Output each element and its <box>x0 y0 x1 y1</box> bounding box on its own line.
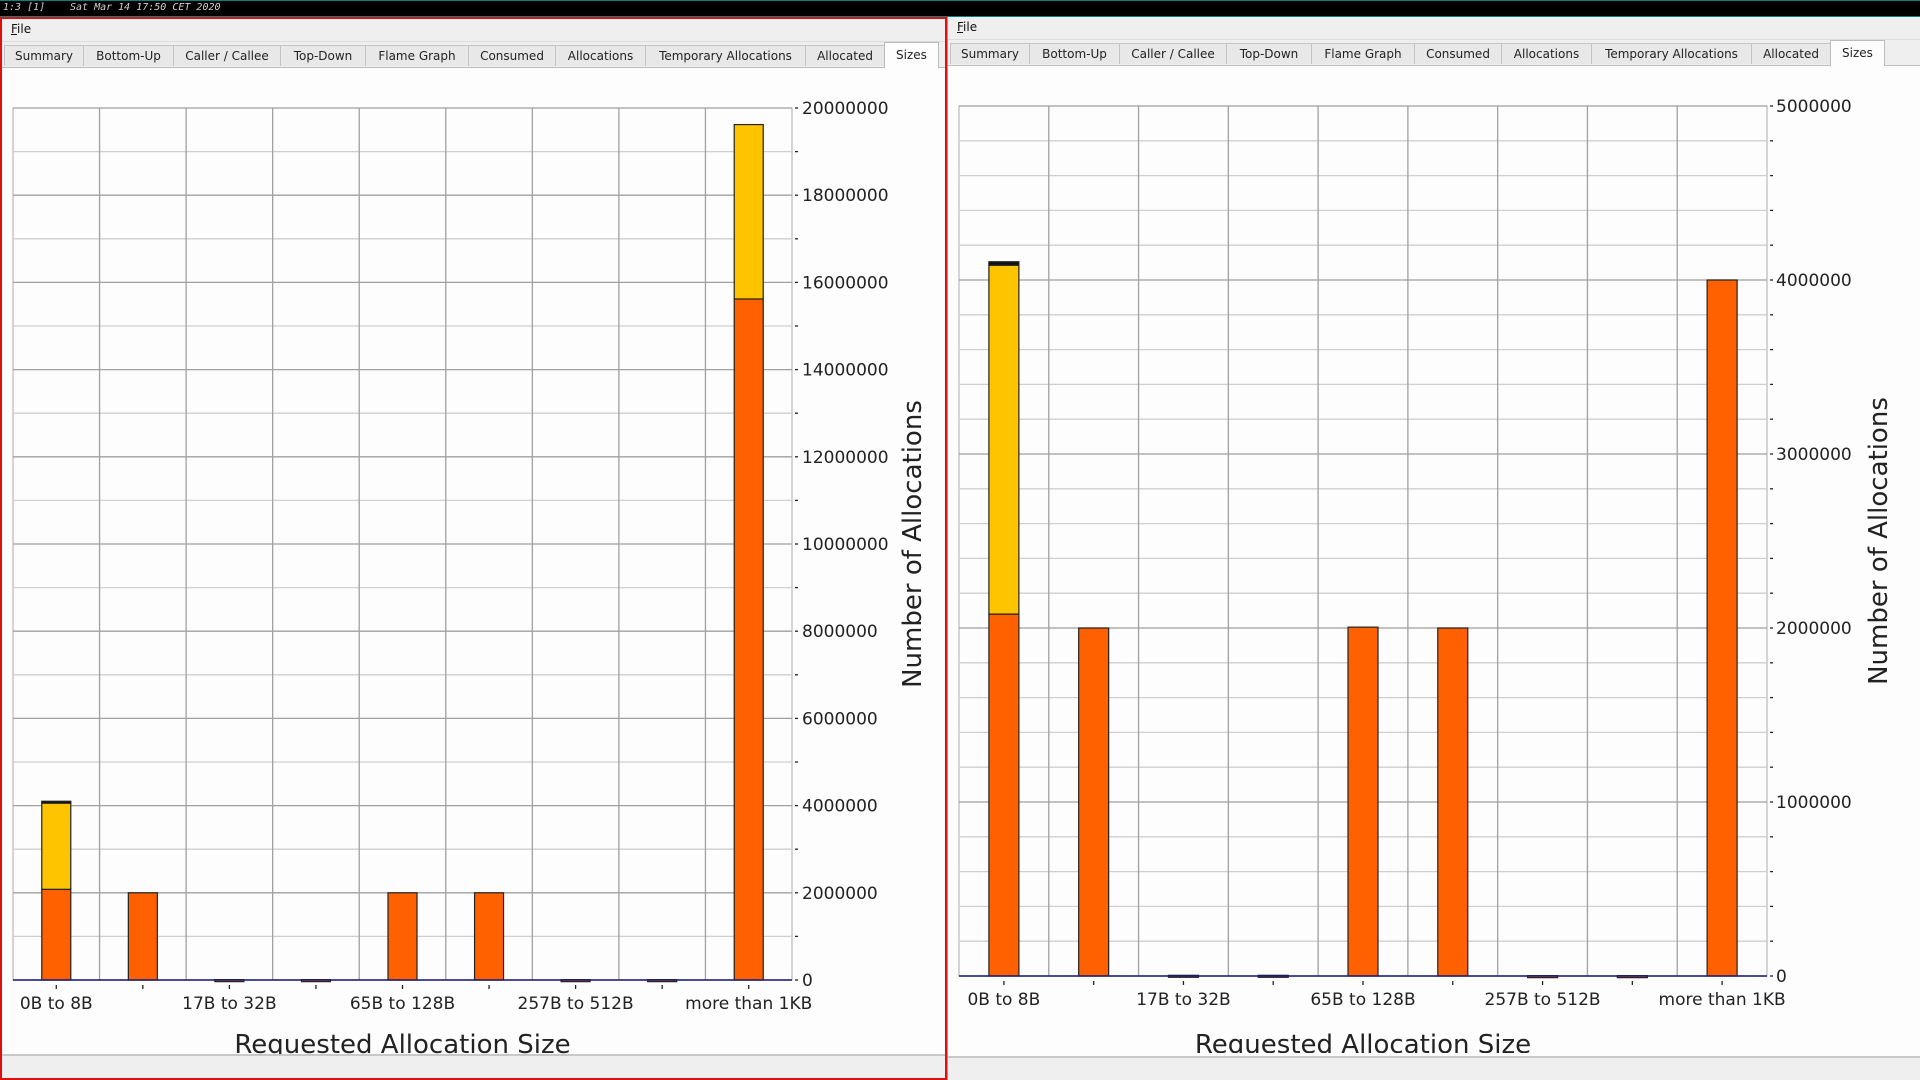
y-tick-label: 8000000 <box>802 622 878 642</box>
x-tick-label: 257B to 512B <box>518 994 634 1014</box>
tab-bottom-up[interactable]: Bottom-Up <box>83 45 174 66</box>
tab-summary[interactable]: Summary <box>4 45 84 66</box>
x-tick-label: 65B to 128B <box>350 994 455 1014</box>
y-tick-label: 3000000 <box>1776 445 1852 465</box>
left-window: File Summary Bottom-Up Caller / Callee Top-… <box>0 17 947 1080</box>
bar-segment <box>988 613 1020 977</box>
sizes-chart: 0 2000000 4000000 6000000 8000000 10000000 120… <box>12 99 928 1055</box>
y-tick-label: 2000000 <box>802 884 878 904</box>
bar-segment <box>1437 627 1469 977</box>
tab-bottom-up[interactable]: Bottom-Up <box>1029 43 1120 64</box>
status-bar <box>948 1056 1920 1080</box>
tab-consumed[interactable]: Consumed <box>468 45 556 66</box>
menu-file[interactable]: File <box>957 20 977 34</box>
bar-segment <box>41 801 72 890</box>
tab-allocated[interactable]: Allocated <box>1751 43 1831 64</box>
bar-segment <box>733 123 764 300</box>
tab-top-down[interactable]: Top-Down <box>1226 43 1312 64</box>
bar-segment <box>988 264 1020 615</box>
bar-segment <box>41 888 72 981</box>
x-axis-title: Requested Allocation Size <box>1195 1030 1531 1053</box>
y-axis-title: Number of Allocations <box>898 400 928 688</box>
tab-allocations[interactable]: Allocations <box>555 45 646 66</box>
x-tick-label: 0B to 8B <box>967 990 1040 1010</box>
tab-allocations[interactable]: Allocations <box>1501 43 1592 64</box>
menu-bar: File <box>2 19 945 42</box>
y-tick-label: 6000000 <box>802 709 878 729</box>
x-tick-label: 17B to 32B <box>1136 990 1230 1010</box>
x-tick-label: 65B to 128B <box>1310 990 1415 1010</box>
x-tick-label: 0B to 8B <box>20 994 93 1014</box>
tab-caller-callee[interactable]: Caller / Callee <box>173 45 281 66</box>
y-tick-label: 16000000 <box>802 273 889 293</box>
bar-segment <box>1078 627 1110 977</box>
y-axis-title: Number of Allocations <box>1864 397 1894 685</box>
right-window: File Summary Bottom-Up Caller / Callee Top-… <box>947 17 1920 1080</box>
tab-bar: Summary Bottom-Up Caller / Callee Top-Down F… <box>2 42 945 68</box>
tab-temporary-allocations[interactable]: Temporary Allocations <box>1591 43 1752 64</box>
bar-segment <box>41 800 72 804</box>
tab-sizes[interactable]: Sizes <box>884 42 939 68</box>
status-bar <box>2 1054 945 1078</box>
clock: Sat Mar 14 17:50 CET 2020 <box>70 2 221 13</box>
y-tick-label: 14000000 <box>802 361 889 381</box>
x-tick-label: more than 1KB <box>685 994 812 1014</box>
x-tick-label: more than 1KB <box>1659 990 1786 1010</box>
tab-flame-graph[interactable]: Flame Graph <box>365 45 469 66</box>
y-tick-label: 20000000 <box>802 99 889 119</box>
tab-top-down[interactable]: Top-Down <box>280 45 366 66</box>
tab-caller-callee[interactable]: Caller / Callee <box>1119 43 1227 64</box>
menu-bar: File <box>948 17 1920 40</box>
bar-segment <box>1347 626 1379 977</box>
x-tick-label: 257B to 512B <box>1485 990 1601 1010</box>
system-status-bar: 1:3 [1] Sat Mar 14 17:50 CET 2020 <box>0 0 1920 17</box>
bar-segment <box>127 892 158 981</box>
y-tick-label: 4000000 <box>1776 271 1852 291</box>
tab-sizes[interactable]: Sizes <box>1830 40 1885 66</box>
y-tick-label: 0 <box>802 971 813 991</box>
tab-consumed[interactable]: Consumed <box>1414 43 1502 64</box>
bar-segment <box>988 261 1020 266</box>
bar-segment <box>473 892 505 981</box>
y-tick-label: 10000000 <box>802 535 889 555</box>
y-tick-label: 0 <box>1776 967 1787 987</box>
y-tick-label: 5000000 <box>1776 97 1852 117</box>
x-tick-label: 17B to 32B <box>182 994 276 1014</box>
sizes-chart: 0 1000000 2000000 3000000 4000000 5000000 0B t… <box>958 97 1894 1053</box>
tab-temporary-allocations[interactable]: Temporary Allocations <box>645 45 806 66</box>
tab-flame-graph[interactable]: Flame Graph <box>1311 43 1415 64</box>
y-tick-label: 2000000 <box>1776 619 1852 639</box>
tab-summary[interactable]: Summary <box>950 43 1030 64</box>
bar-segment <box>1706 279 1738 977</box>
y-tick-label: 18000000 <box>802 186 889 206</box>
workspace-indicator: 1:3 [1] <box>3 2 46 13</box>
bar-segment <box>733 298 764 981</box>
y-tick-label: 12000000 <box>802 448 889 468</box>
menu-file[interactable]: File <box>11 22 31 36</box>
bar-segment <box>387 892 418 981</box>
y-tick-label: 1000000 <box>1776 793 1852 813</box>
y-tick-label: 4000000 <box>802 797 878 817</box>
tab-bar: Summary Bottom-Up Caller / Callee Top-Down F… <box>948 40 1920 66</box>
x-axis-title: Requested Allocation Size <box>234 1030 570 1055</box>
tab-allocated[interactable]: Allocated <box>805 45 885 66</box>
